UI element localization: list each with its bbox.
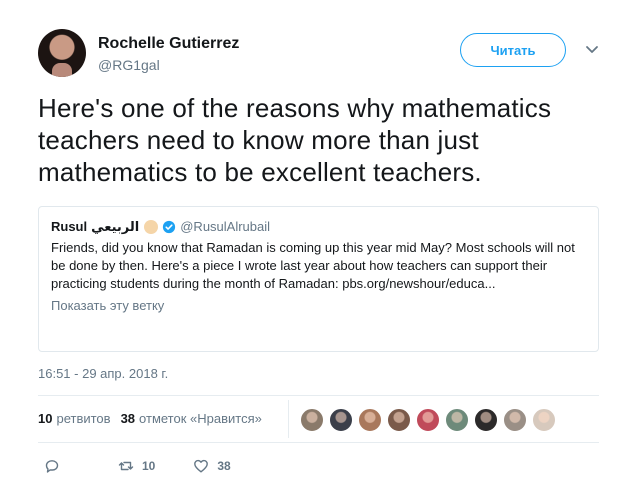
like-button[interactable]: 38 xyxy=(193,458,231,474)
retweet-button[interactable]: 10 xyxy=(118,458,155,474)
tweet-actions: 10 38 xyxy=(44,458,231,474)
author-names: Rochelle Gutierrez @RG1gal xyxy=(98,34,239,74)
author-display-name[interactable]: Rochelle Gutierrez xyxy=(98,34,239,54)
quoted-tweet[interactable]: Rusul الربيعي @RusulAlrubail Friends, di… xyxy=(38,206,599,352)
heart-icon xyxy=(194,459,209,473)
tweet-text: Here's one of the reasons why mathematic… xyxy=(38,93,552,187)
tweet-header: Rochelle Gutierrez @RG1gal Читать xyxy=(38,29,608,81)
liker-avatar-4[interactable] xyxy=(387,408,411,432)
likes-stat[interactable]: 38 отметок «Нравится» xyxy=(121,411,262,426)
author-avatar[interactable] xyxy=(38,29,86,77)
liker-avatars xyxy=(300,408,561,432)
quoted-author-handle: @RusulAlrubail xyxy=(180,219,271,234)
retweet-count: 10 xyxy=(142,459,156,473)
tweet-timestamp[interactable]: 16:51 - 29 апр. 2018 г. xyxy=(38,366,168,381)
likes-label: отметок «Нравится» xyxy=(139,411,262,426)
liker-avatar-6[interactable] xyxy=(445,408,469,432)
reply-icon xyxy=(45,460,59,473)
liker-avatar-5[interactable] xyxy=(416,408,440,432)
liker-avatar-2[interactable] xyxy=(329,408,353,432)
verified-badge-icon xyxy=(163,220,176,233)
like-count: 38 xyxy=(217,459,231,473)
stats-separator xyxy=(288,400,289,438)
reply-button[interactable] xyxy=(44,458,60,474)
retweets-stat[interactable]: 10 ретвитов xyxy=(38,411,111,426)
quoted-author-name-arabic: الربيعي xyxy=(91,219,140,234)
retweet-icon xyxy=(118,461,134,471)
quoted-author-name: Rusul xyxy=(51,219,88,234)
divider xyxy=(38,395,599,396)
author-handle[interactable]: @RG1gal xyxy=(98,56,239,74)
follow-button[interactable]: Читать xyxy=(460,33,566,67)
liker-avatar-1[interactable] xyxy=(300,408,324,432)
likes-count: 38 xyxy=(120,411,136,426)
tweet-stats: 10 ретвитов 38 отметок «Нравится» xyxy=(38,411,272,426)
liker-avatar-9[interactable] xyxy=(532,408,556,432)
chevron-down-icon[interactable] xyxy=(584,42,600,58)
show-thread-link[interactable]: Показать эту ветку xyxy=(51,297,586,315)
quoted-tweet-text: Friends, did you know that Ramadan is co… xyxy=(51,240,575,291)
quoted-tweet-header: Rusul الربيعي @RusulAlrubail xyxy=(51,218,586,235)
retweets-label: ретвитов xyxy=(56,411,111,426)
retweets-count: 10 xyxy=(38,411,53,426)
divider xyxy=(38,442,599,443)
liker-avatar-8[interactable] xyxy=(503,408,527,432)
liker-avatar-7[interactable] xyxy=(474,408,498,432)
liker-avatar-3[interactable] xyxy=(358,408,382,432)
emoji-icon xyxy=(144,219,159,234)
